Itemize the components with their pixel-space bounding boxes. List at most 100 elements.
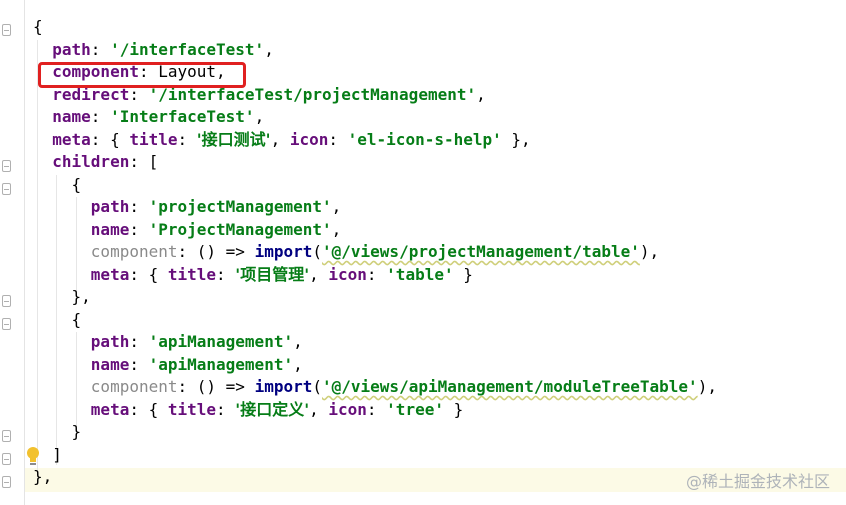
code-token: ( [312,242,322,261]
fold-marker-icon[interactable] [2,183,11,195]
code-token: 'apiManagement' [148,332,294,351]
code-token: '接口测试' [196,129,271,149]
code-line[interactable]: { [33,309,717,332]
code-token: : [90,107,111,126]
code-token: icon [328,264,367,284]
code-line[interactable]: meta: { title: '接口定义', icon: 'tree' } [33,399,717,422]
code-token: } [443,399,464,419]
code-token: : [216,399,236,419]
code-token: : [129,219,149,239]
code-line[interactable]: children: [ [33,151,717,174]
code-token: { [33,174,82,194]
code-token: , [254,107,265,126]
code-token: children [33,152,130,171]
code-token: name [33,354,130,374]
code-token: , [476,84,486,104]
code-token: } [33,422,82,441]
code-token: title [167,399,217,419]
code-token: path [33,39,91,59]
code-token: } [453,264,473,284]
code-token: { [33,17,43,36]
code-line[interactable]: name: 'InterfaceTest', [33,106,717,129]
annotation-highlight-box [38,62,246,88]
fold-marker-icon[interactable] [2,453,11,465]
code-line[interactable]: name: 'apiManagement', [33,354,717,377]
code-line[interactable]: path: '/interfaceTest', [33,39,717,62]
code-token: 'el-icon-s-help' [347,129,502,149]
code-token: , [331,197,342,216]
code-token: , [293,354,303,374]
code-token: : { [129,399,168,419]
code-line[interactable]: meta: { title: '接口测试', icon: 'el-icon-s-… [33,129,717,152]
code-token: , [331,219,342,239]
code-token: : [366,399,387,419]
code-token: : () => [177,377,255,396]
code-token: , [309,264,329,284]
code-token: : [129,332,149,351]
code-token: : () => [177,242,255,261]
code-token: 'table' [386,264,454,284]
code-token: 'ProjectManagement' [148,219,332,239]
code-token: import [254,377,313,396]
code-line[interactable]: path: 'projectManagement', [33,196,717,219]
code-token: ), [639,242,660,261]
code-token: icon [328,399,367,419]
code-token: icon [289,129,329,149]
fold-marker-icon[interactable] [2,476,11,488]
code-token: : [129,197,149,216]
code-token: : [366,264,387,284]
code-token: , [293,332,303,351]
code-token: '@/views/projectManagement/table' [322,242,640,261]
code-token: meta [33,399,130,419]
code-token: ), [697,377,717,396]
code-token: : [328,129,348,149]
fold-marker-icon[interactable] [2,160,11,172]
code-token: path [33,197,130,216]
code-token: meta [33,264,130,284]
code-token: path [33,332,130,351]
code-token: '接口定义' [235,399,310,419]
code-token: ( [312,377,322,396]
code-token: title [129,129,178,149]
code-token: title [167,264,217,284]
lightbulb-icon[interactable] [26,446,40,468]
code-token: }, [33,467,53,486]
code-line[interactable]: path: 'apiManagement', [33,331,717,354]
editor-gutter [0,0,25,505]
code-line[interactable]: component: () => import('@/views/apiMana… [33,376,717,399]
code-token: 'projectManagement' [148,197,332,216]
code-token: 'InterfaceTest' [110,107,255,126]
code-token: '项目管理' [235,264,310,284]
code-token: name [33,219,130,239]
code-line[interactable]: }, [33,286,717,309]
code-token: : { [90,129,130,149]
code-line[interactable]: name: 'ProjectManagement', [33,219,717,242]
code-token: 'apiManagement' [148,354,294,374]
fold-marker-icon[interactable] [2,430,11,442]
code-line[interactable]: ] [33,444,717,467]
code-line[interactable]: { [33,174,717,197]
watermark: @稀土掘金技术社区 [685,472,830,491]
code-token: , [270,129,290,149]
code-token: { [33,309,82,329]
fold-marker-icon[interactable] [2,295,11,307]
code-line[interactable]: { [33,16,717,39]
code-token: : [90,39,111,59]
code-token: : [129,354,149,374]
code-token: name [33,107,91,126]
code-token: component [33,377,178,396]
code-token: }, [501,129,531,149]
code-token: meta [33,129,91,149]
code-token: , [309,399,329,419]
code-line[interactable]: }, [33,466,717,489]
code-token: , [264,39,274,59]
code-token: 'tree' [386,399,444,419]
code-line[interactable]: meta: { title: '项目管理', icon: 'table' } [33,264,717,287]
code-token: import [254,242,313,261]
fold-marker-icon[interactable] [2,24,11,36]
code-line[interactable]: component: () => import('@/views/project… [33,241,717,264]
fold-marker-icon[interactable] [2,318,11,330]
code-token: component [33,242,178,261]
code-line[interactable]: } [33,421,717,444]
code-token: : { [129,264,168,284]
